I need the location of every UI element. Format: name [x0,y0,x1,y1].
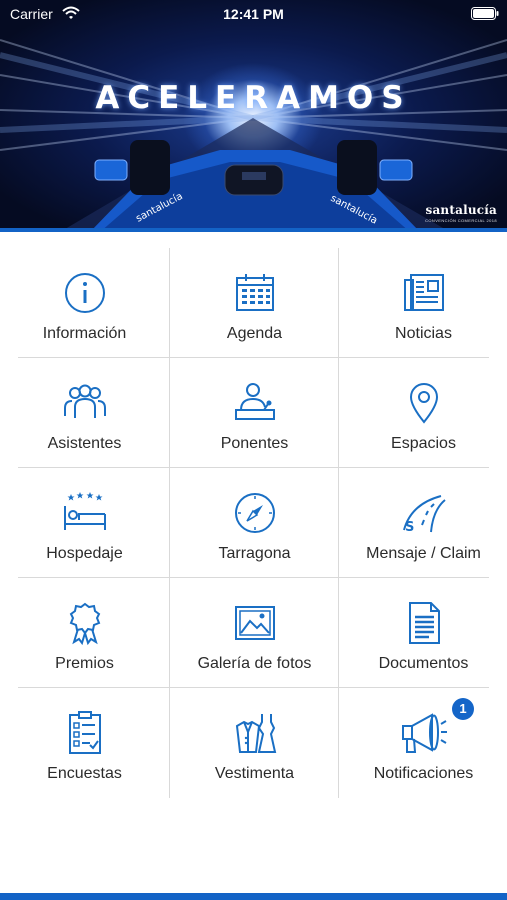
menu-item-notificaciones[interactable]: Notificaciones [338,688,507,798]
hero-accent-line [0,228,507,232]
menu-item-label: Hospedaje [46,545,123,562]
menu-item-documentos[interactable]: Documentos [338,578,507,688]
race-car-illustration: santalucía santalucía [0,39,507,232]
brand-logo: santalucía CONVENCIÓN COMERCIAL 2018 [425,203,497,223]
menu-row: Información Agenda Noticias [0,248,507,358]
attendees-icon [62,380,108,426]
survey-checklist-icon [62,710,108,756]
menu-item-label: Asistentes [47,435,122,452]
menu-item-label: Tarragona [218,545,291,562]
menu-item-espacios[interactable]: Espacios [338,358,507,468]
menu-item-label: Noticias [395,325,452,342]
award-ribbon-icon [62,600,108,646]
megaphone-icon [401,710,447,756]
menu-item-informacion[interactable]: Información [0,248,169,358]
menu-item-galeria-de-fotos[interactable]: Galería de fotos [169,578,339,688]
menu-row: Asistentes Ponentes Espacios [0,358,507,468]
hotel-bed-icon [62,492,108,536]
menu-item-agenda[interactable]: Agenda [169,248,339,358]
menu-item-label: Agenda [226,325,283,342]
menu-item-label: Notificaciones [373,765,474,782]
menu-item-label: Galería de fotos [197,655,312,672]
menu-item-label: Documentos [378,655,469,672]
document-icon [401,600,447,646]
newspaper-icon [401,270,447,316]
location-pin-icon [401,380,447,426]
menu-row: Hospedaje Tarragona S Mensaje / Claim [0,468,507,578]
notification-count-badge: 1 [452,698,474,720]
menu-item-label: Encuestas [47,765,122,782]
compass-icon [232,490,278,536]
menu-item-label: Vestimenta [214,765,295,782]
menu-row: Encuestas Vestimenta Notificaciones [0,688,507,798]
menu-item-tarragona[interactable]: Tarragona [169,468,339,578]
menu-item-label: Premios [55,655,114,672]
menu-item-label: Espacios [391,435,456,452]
hero-banner: santalucía santalucía ACELERAMOS santalu… [0,0,507,232]
menu-item-label: Información [42,325,127,342]
menu-row: Premios Galería de fotos Documentos [0,578,507,688]
clothing-icon [232,710,278,756]
brand-tagline: CONVENCIÓN COMERCIAL 2018 [425,218,497,223]
status-bar: Carrier 12:41 PM [0,0,507,28]
calendar-icon [232,270,278,316]
menu-item-mensaje-claim[interactable]: S Mensaje / Claim [338,468,507,578]
info-icon [62,270,108,316]
menu-item-vestimenta[interactable]: Vestimenta [169,688,339,798]
battery-icon [471,7,499,20]
photo-gallery-icon [232,600,278,646]
menu-item-noticias[interactable]: Noticias [338,248,507,358]
menu-item-hospedaje[interactable]: Hospedaje [0,468,169,578]
hero-title: ACELERAMOS [95,80,412,116]
road-icon: S [401,490,447,535]
brand-name: santalucía [425,203,497,217]
speaker-icon [232,380,278,426]
menu-item-label: Ponentes [220,435,289,452]
menu-grid: Información Agenda Noticias Asistentes P… [0,248,507,798]
svg-text:S: S [405,520,414,535]
menu-item-premios[interactable]: Premios [0,578,169,688]
menu-item-ponentes[interactable]: Ponentes [169,358,339,468]
menu-item-asistentes[interactable]: Asistentes [0,358,169,468]
menu-item-encuestas[interactable]: Encuestas [0,688,169,798]
status-time: 12:41 PM [223,6,284,22]
menu-item-label: Mensaje / Claim [366,545,481,562]
bottom-accent-bar [0,893,507,900]
